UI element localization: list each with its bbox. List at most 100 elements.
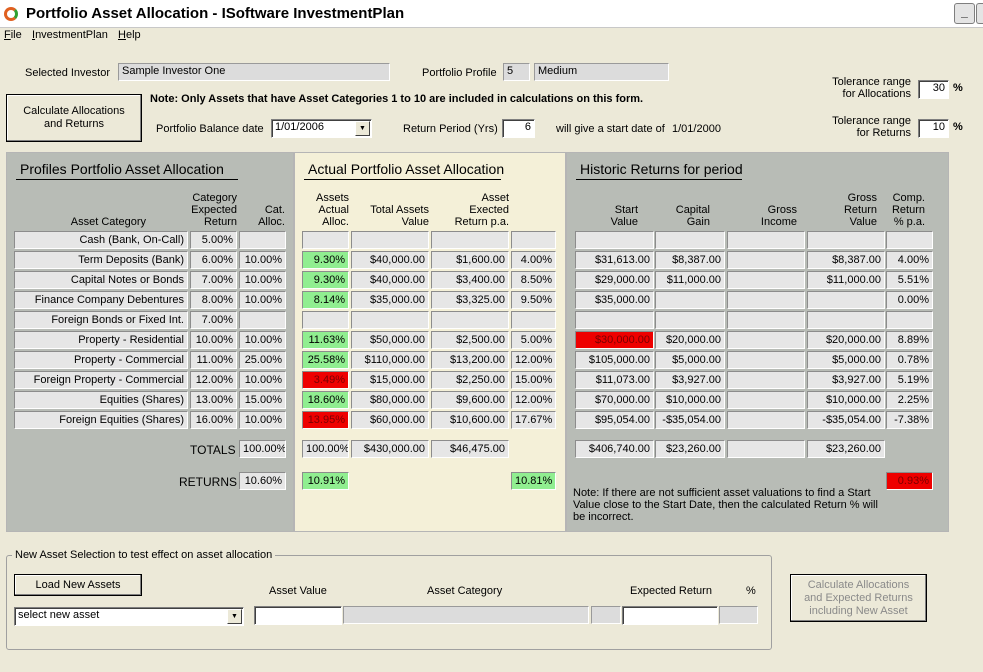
returns-label: RETURNS xyxy=(179,475,238,489)
gross-return-value: $8,387.00 xyxy=(807,251,885,269)
capital-gain: $3,927.00 xyxy=(655,371,725,389)
total-assets-value: $60,000.00 xyxy=(351,411,429,429)
category-expected-return: 12.00% xyxy=(190,371,237,389)
category-alloc: 10.00% xyxy=(239,371,286,389)
load-new-assets-button[interactable]: Load New Assets xyxy=(14,574,142,596)
asset-value-input[interactable] xyxy=(254,606,342,625)
asset-expected-return-pct: 12.00% xyxy=(511,351,556,369)
balance-date-picker[interactable]: 1/01/2006 ▼ xyxy=(271,119,372,138)
menu-investmentplan[interactable]: InvestmentPlan xyxy=(32,29,108,41)
asset-expected-return: $10,600.00 xyxy=(431,411,509,429)
asset-category-label: Property - Residential xyxy=(14,331,188,349)
total-assets-value: $110,000.00 xyxy=(351,351,429,369)
start-value: $11,073.00 xyxy=(575,371,654,389)
total-assets-value xyxy=(351,231,429,249)
asset-category-label: Foreign Equities (Shares) xyxy=(14,411,188,429)
asset-expected-return-pct: 17.67% xyxy=(511,411,556,429)
category-alloc xyxy=(239,311,286,329)
tolerance-returns-percent: % xyxy=(953,121,963,133)
gross-income xyxy=(727,271,805,289)
capital-gain xyxy=(655,311,725,329)
start-value: $29,000.00 xyxy=(575,271,654,289)
actual-alloc xyxy=(302,311,349,329)
actual-returns-pct: 10.81% xyxy=(511,472,556,490)
asset-expected-return: $3,400.00 xyxy=(431,271,509,289)
actual-panel-title: Actual Portfolio Asset Allocation xyxy=(304,161,504,180)
new-asset-select[interactable]: select new asset ▼ xyxy=(14,607,244,626)
asset-expected-return: $2,250.00 xyxy=(431,371,509,389)
comp-return xyxy=(886,311,933,329)
category-expected-return: 11.00% xyxy=(190,351,237,369)
start-value: $35,000.00 xyxy=(575,291,654,309)
start-value: $70,000.00 xyxy=(575,391,654,409)
historic-totals-income xyxy=(727,440,805,458)
actual-alloc xyxy=(302,231,349,249)
category-expected-return: 13.00% xyxy=(190,391,237,409)
tolerance-returns-input[interactable]: 10 xyxy=(918,119,949,138)
asset-value-label: Asset Value xyxy=(269,585,327,597)
asset-category-label: Property - Commercial xyxy=(14,351,188,369)
expected-return-input[interactable] xyxy=(622,606,718,625)
menu-file[interactable]: File xyxy=(4,29,22,41)
title-bar: Portfolio Asset Allocation - ISoftware I… xyxy=(0,0,983,28)
new-asset-group-title: New Asset Selection to test effect on as… xyxy=(12,549,276,561)
menu-bar: File InvestmentPlan Help xyxy=(0,28,983,46)
gross-return-value: $20,000.00 xyxy=(807,331,885,349)
gross-income xyxy=(727,351,805,369)
category-expected-return: 7.00% xyxy=(190,311,237,329)
asset-expected-return: $9,600.00 xyxy=(431,391,509,409)
start-value: $30,000.00 xyxy=(575,331,654,349)
category-expected-return: 8.00% xyxy=(190,291,237,309)
comp-return xyxy=(886,231,933,249)
comp-return: 4.00% xyxy=(886,251,933,269)
gross-return-value xyxy=(807,311,885,329)
chevron-down-icon[interactable]: ▼ xyxy=(355,121,370,136)
asset-category-label: Foreign Bonds or Fixed Int. xyxy=(14,311,188,329)
calculate-allocations-button[interactable]: Calculate Allocations and Returns xyxy=(6,94,142,142)
tolerance-alloc-label: Tolerance range for Allocations xyxy=(832,76,911,100)
actual-alloc: 9.30% xyxy=(302,251,349,269)
totals-label: TOTALS xyxy=(190,443,236,457)
return-period-input[interactable]: 6 xyxy=(502,119,535,138)
calculate-with-new-asset-button[interactable]: Calculate Allocations and Expected Retur… xyxy=(790,574,927,622)
start-value: $105,000.00 xyxy=(575,351,654,369)
capital-gain: $11,000.00 xyxy=(655,271,725,289)
asset-expected-return-pct: 12.00% xyxy=(511,391,556,409)
comp-return: 5.51% xyxy=(886,271,933,289)
asset-expected-return: $2,500.00 xyxy=(431,331,509,349)
actual-alloc: 25.58% xyxy=(302,351,349,369)
gross-income xyxy=(727,391,805,409)
asset-category-label: Capital Notes or Bonds xyxy=(14,271,188,289)
col-comp-return: Comp. Return % p.a. xyxy=(891,192,925,228)
historic-note: Note: If there are not sufficient asset … xyxy=(573,487,878,523)
total-assets-value: $15,000.00 xyxy=(351,371,429,389)
asset-category-label: Equities (Shares) xyxy=(14,391,188,409)
tolerance-returns-label: Tolerance range for Returns xyxy=(832,115,911,139)
actual-alloc: 18.60% xyxy=(302,391,349,409)
capital-gain xyxy=(655,231,725,249)
actual-totals-alloc: 100.00% xyxy=(302,440,349,458)
total-assets-value: $40,000.00 xyxy=(351,271,429,289)
minimize-button[interactable]: _ xyxy=(954,3,975,24)
col-asset-expected-return: Asset Exected Return p.a. xyxy=(454,192,509,228)
actual-alloc: 13.95% xyxy=(302,411,349,429)
start-date-text: will give a start date of xyxy=(556,123,665,135)
col-total-assets-value: Total Assets Value xyxy=(370,204,429,228)
chevron-down-icon[interactable]: ▼ xyxy=(227,609,242,624)
asset-category-label: Finance Company Debentures xyxy=(14,291,188,309)
comp-return: 0.00% xyxy=(886,291,933,309)
menu-help[interactable]: Help xyxy=(118,29,141,41)
capital-gain: $10,000.00 xyxy=(655,391,725,409)
tolerance-alloc-input[interactable]: 30 xyxy=(918,80,949,99)
gross-return-value: $11,000.00 xyxy=(807,271,885,289)
close-button[interactable] xyxy=(976,3,983,24)
asset-category-label: Term Deposits (Bank) xyxy=(14,251,188,269)
category-alloc: 10.00% xyxy=(239,251,286,269)
gross-income xyxy=(727,371,805,389)
asset-expected-return xyxy=(431,311,509,329)
gross-income xyxy=(727,231,805,249)
capital-gain xyxy=(655,291,725,309)
window-title: Portfolio Asset Allocation - ISoftware I… xyxy=(26,5,405,22)
new-asset-select-value: select new asset xyxy=(18,609,100,621)
actual-alloc: 9.30% xyxy=(302,271,349,289)
